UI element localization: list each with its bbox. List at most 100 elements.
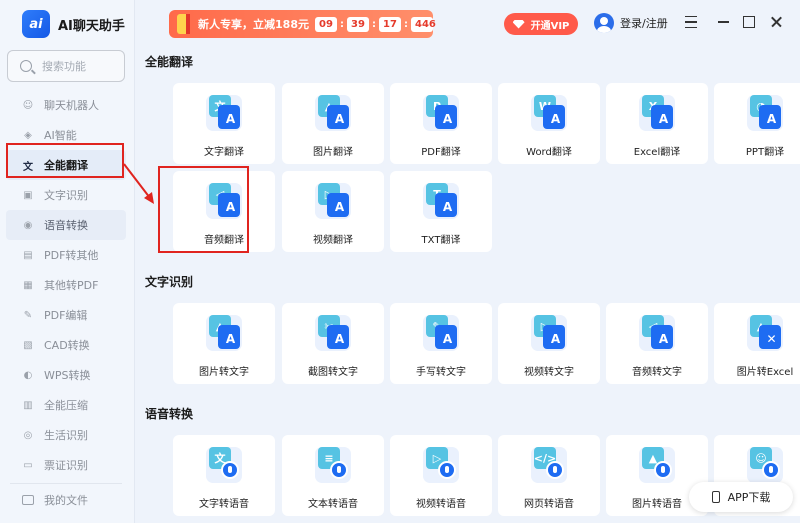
tool-card[interactable]: WA Word翻译: [498, 83, 600, 164]
tool-icon: 文: [202, 443, 248, 489]
tool-card[interactable]: ▷ 视频转语音: [390, 435, 492, 516]
mic-icon: [546, 461, 564, 479]
tool-card[interactable]: XA Excel翻译: [606, 83, 708, 164]
sidebar-item-cad[interactable]: ▧ CAD转换: [6, 330, 126, 360]
mic-icon: [654, 461, 672, 479]
sidebar-item-text-scan[interactable]: ▣ 文字识别: [6, 180, 126, 210]
tool-card[interactable]: ▲A 图片转文字: [173, 303, 275, 384]
life-scan-icon: ◎: [23, 429, 33, 441]
tool-card-label: 视频转语音: [416, 499, 466, 510]
sidebar-item-pdf-convert[interactable]: ▦ 其他转PDF: [6, 270, 126, 300]
app-logo: ai AI聊天助手: [22, 10, 125, 38]
sidebar-item-label: 聊天机器人: [44, 99, 99, 112]
tool-card-label: Excel翻译: [633, 147, 681, 158]
tool-card-label: PPT翻译: [745, 147, 785, 158]
annotation-highlight-card: [158, 166, 249, 253]
app-download-button[interactable]: APP下载: [689, 482, 793, 512]
tool-card-label: 视频翻译: [313, 235, 353, 246]
robot-icon: ☺: [22, 99, 34, 111]
sidebar-item-compress[interactable]: ▥ 全能压缩: [6, 390, 126, 420]
tool-icon: ◔A: [743, 91, 789, 137]
sidebar-item-my-files[interactable]: 我的文件: [22, 492, 88, 508]
tool-card[interactable]: ✎A 手写转文字: [390, 303, 492, 384]
phone-icon: [711, 491, 720, 503]
tool-card-label: 视频转文字: [524, 367, 574, 378]
tool-icon: TA: [419, 179, 465, 225]
tool-icon: ▲: [635, 443, 681, 489]
tool-card[interactable]: ▷A 视频翻译: [282, 171, 384, 252]
minimize-icon[interactable]: [715, 14, 731, 30]
sidebar-item-wps[interactable]: ◐ WPS转换: [6, 360, 126, 390]
tool-icon: PA: [419, 91, 465, 137]
tool-icon: ◁A: [635, 311, 681, 357]
tool-icon: XA: [635, 91, 681, 137]
annotation-highlight-sidebar: [6, 143, 124, 178]
tool-card-label: 图片转Excel: [736, 367, 794, 378]
search-icon: [20, 60, 32, 72]
ticket-icon: ▭: [23, 459, 33, 471]
folder-icon: [22, 495, 34, 505]
divider: [10, 483, 122, 484]
sidebar-item-pdf-edit[interactable]: ✎ PDF编辑: [6, 300, 126, 330]
tool-icon: 文A: [202, 91, 248, 137]
search-placeholder: 搜索功能: [42, 60, 86, 73]
section-title: 文字识别: [145, 275, 194, 289]
tool-card[interactable]: ◁A 音频转文字: [606, 303, 708, 384]
sidebar-item-label: 票证识别: [44, 459, 88, 472]
section-title: 全能翻译: [145, 55, 194, 69]
tool-card[interactable]: ✂A 截图转文字: [282, 303, 384, 384]
close-icon[interactable]: [768, 14, 784, 30]
avatar-icon: [594, 13, 614, 33]
tool-card-label: PDF翻译: [421, 147, 461, 158]
tool-card[interactable]: 文文字转语音: [173, 435, 275, 516]
tool-card[interactable]: ▲✕ 图片转Excel: [714, 303, 800, 384]
tool-card[interactable]: 文A 文字翻译: [173, 83, 275, 164]
sidebar-item-ticket[interactable]: ▭ 票证识别: [6, 450, 126, 480]
tool-icon: ≡: [311, 443, 357, 489]
tool-card-label: 图片转文字: [199, 367, 249, 378]
tool-card[interactable]: ≡ 文本转语音: [282, 435, 384, 516]
tool-card[interactable]: PA PDF翻译: [390, 83, 492, 164]
tool-icon: ▲A: [202, 311, 248, 357]
sidebar-item-robot[interactable]: ☺ 聊天机器人: [6, 90, 126, 120]
sidebar-item-label: PDF编辑: [44, 309, 88, 322]
annotation-arrow-icon: [123, 163, 154, 204]
main-content: 全能翻译文A 文字翻译 ▲A 图片翻译 PA PDF翻译 WA Word翻译 XA Excel翻译…: [135, 45, 800, 523]
sidebar-item-label: 生活识别: [44, 429, 88, 442]
tool-card[interactable]: TA TXT翻译: [390, 171, 492, 252]
login-button[interactable]: 登录/注册: [594, 13, 668, 33]
search-input[interactable]: 搜索功能: [7, 50, 125, 82]
pdf-convert-icon: ▦: [23, 279, 33, 291]
promo-banner[interactable]: 新人专享，立减188元 09 : 39 : 17 : 446: [169, 10, 436, 38]
maximize-icon[interactable]: [741, 14, 757, 30]
tool-card[interactable]: ▲A 图片翻译: [282, 83, 384, 164]
tool-card[interactable]: ▷A 视频转文字: [498, 303, 600, 384]
tool-icon: WA: [527, 91, 573, 137]
timer-hours: 09: [315, 16, 337, 32]
pdf-icon: ▤: [23, 249, 33, 261]
tool-icon: ✂A: [311, 311, 357, 357]
tool-icon: ✎A: [419, 311, 465, 357]
sidebar-item-life-scan[interactable]: ◎ 生活识别: [6, 420, 126, 450]
tool-card-label: 音频转文字: [632, 367, 682, 378]
vip-button[interactable]: 开通VIP: [504, 13, 578, 35]
menu-icon[interactable]: [683, 14, 699, 30]
tool-icon: ▷: [419, 443, 465, 489]
mic-icon: [330, 461, 348, 479]
tool-card[interactable]: </> 网页转语音: [498, 435, 600, 516]
sidebar-item-label: 文字识别: [44, 189, 88, 202]
tool-card[interactable]: ◔A PPT翻译: [714, 83, 800, 164]
sidebar-item-label: AI智能: [44, 129, 77, 142]
diamond-icon: [512, 19, 525, 29]
text-scan-icon: ▣: [23, 189, 33, 201]
mic-icon: [221, 461, 239, 479]
tool-card-label: TXT翻译: [421, 235, 461, 246]
sidebar-item-label: 语音转换: [44, 219, 88, 232]
voice-icon: ◉: [23, 219, 33, 231]
timer-milliseconds: 446: [411, 16, 436, 32]
ai-icon: ◈: [24, 129, 32, 141]
pdf-edit-icon: ✎: [23, 309, 33, 321]
tool-card-label: 图片翻译: [313, 147, 353, 158]
sidebar-item-voice[interactable]: ◉ 语音转换: [6, 210, 126, 240]
sidebar-item-pdf[interactable]: ▤ PDF转其他: [6, 240, 126, 270]
